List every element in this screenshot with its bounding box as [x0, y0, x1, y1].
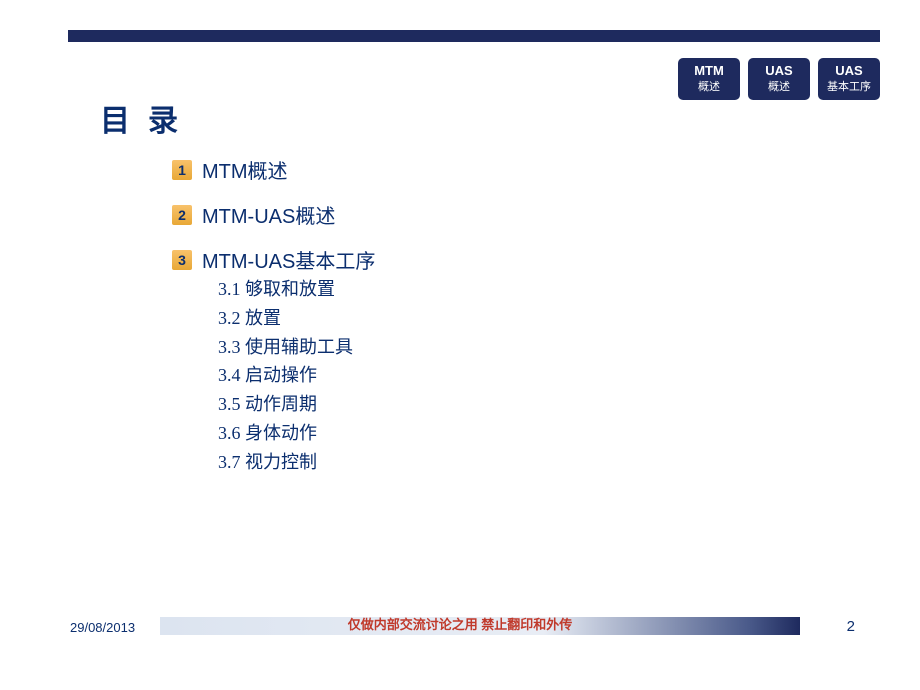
toc-number-badge: 3 [172, 250, 192, 270]
toc-subitem: 3.7 视力控制 [218, 448, 353, 477]
toc-item: 2 MTM-UAS概述 [172, 200, 375, 229]
tab-uas-overview[interactable]: UAS 概述 [748, 58, 810, 100]
top-bar [68, 30, 880, 42]
footer: 29/08/2013 仅做内部交流讨论之用 禁止翻印和外传 2 [0, 611, 920, 635]
footer-date: 29/08/2013 [70, 620, 135, 635]
toc-item: 3 MTM-UAS基本工序 [172, 245, 375, 274]
nav-tabs: MTM 概述 UAS 概述 UAS 基本工序 [678, 58, 880, 100]
tab-label-line1: UAS [765, 63, 792, 80]
footer-notice: 仅做内部交流讨论之用 禁止翻印和外传 [348, 614, 573, 633]
toc-item: 1 MTM概述 [172, 155, 375, 184]
tab-uas-basic[interactable]: UAS 基本工序 [818, 58, 880, 100]
toc-text: MTM-UAS概述 [202, 200, 335, 229]
toc-subitem: 3.3 使用辅助工具 [218, 333, 353, 362]
toc-text: MTM概述 [202, 155, 288, 184]
toc-text: MTM-UAS基本工序 [202, 245, 375, 274]
toc-subitem: 3.2 放置 [218, 304, 353, 333]
footer-page-number: 2 [847, 618, 855, 635]
toc-subitem: 3.5 动作周期 [218, 390, 353, 419]
toc-number-badge: 2 [172, 205, 192, 225]
tab-label-line2: 基本工序 [827, 80, 871, 94]
tab-label-line1: MTM [694, 63, 724, 80]
toc-list: 1 MTM概述 2 MTM-UAS概述 3 MTM-UAS基本工序 [172, 155, 375, 290]
toc-subitem: 3.6 身体动作 [218, 419, 353, 448]
toc-number-badge: 1 [172, 160, 192, 180]
tab-mtm-overview[interactable]: MTM 概述 [678, 58, 740, 100]
tab-label-line2: 概述 [698, 80, 720, 94]
toc-subitem: 3.1 够取和放置 [218, 275, 353, 304]
tab-label-line1: UAS [835, 63, 862, 80]
toc-subitem: 3.4 启动操作 [218, 361, 353, 390]
toc-sublist: 3.1 够取和放置 3.2 放置 3.3 使用辅助工具 3.4 启动操作 3.5… [218, 275, 353, 477]
tab-label-line2: 概述 [768, 80, 790, 94]
page-title: 目录 [100, 96, 196, 140]
